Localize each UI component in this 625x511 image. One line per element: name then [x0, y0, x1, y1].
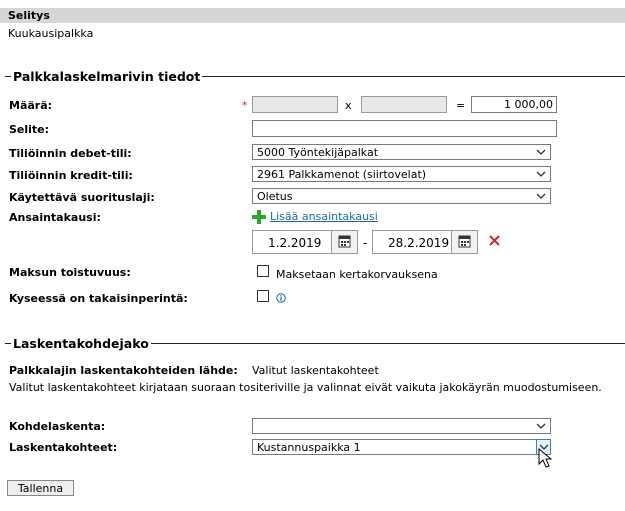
suorituslaji-label: Käytettävä suorituslaji: — [9, 191, 155, 204]
equals-symbol: = — [456, 99, 466, 112]
suorituslaji-select-value: Oletus — [257, 190, 293, 203]
add-ansaintakausi-link[interactable]: Lisää ansaintakausi — [270, 210, 378, 223]
delete-icon[interactable] — [489, 235, 500, 246]
start-date-input[interactable]: 1.2.2019 — [252, 230, 358, 254]
kohdelaskenta-label: Kohdelaskenta: — [9, 420, 106, 433]
calendar-icon — [458, 235, 471, 248]
chevron-down-icon — [536, 423, 546, 429]
laskentakohteet-select[interactable]: Kustannuspaikka 1 — [252, 439, 551, 455]
kredit-label: Tiliöinnin kredit-tili: — [9, 169, 133, 182]
required-marker: * — [242, 99, 248, 112]
ansaintakausi-label: Ansaintakausi: — [9, 211, 101, 224]
save-button[interactable]: Tallenna — [7, 480, 74, 496]
section-title-palkkalaskelma: Palkkalaskelmarivin tiedot — [11, 69, 203, 84]
lahde-value: Valitut laskentakohteet — [252, 364, 379, 377]
debet-select[interactable]: 5000 Työntekijäpalkat — [252, 144, 551, 160]
kohdelaskenta-select[interactable] — [252, 418, 551, 434]
chevron-down-icon — [536, 171, 546, 177]
mouse-cursor-icon — [538, 448, 553, 468]
takaisinperinta-label: Kyseessä on takaisinperintä: — [9, 292, 188, 305]
laskentakohteet-label: Laskentakohteet: — [9, 441, 118, 454]
maara-field-2[interactable] — [361, 96, 447, 113]
debet-label: Tiliöinnin debet-tili: — [9, 147, 132, 160]
section-divider — [190, 76, 625, 77]
times-symbol: x — [345, 99, 352, 112]
selitys-header: Selitys — [0, 8, 625, 23]
maara-label: Määrä: — [9, 99, 53, 112]
maara-total-field[interactable]: 1 000,00 — [471, 96, 557, 113]
toistuvuus-label: Maksun toistuvuus: — [9, 266, 131, 279]
info-icon[interactable] — [276, 293, 286, 303]
end-date-value: 28.2.2019 — [388, 236, 450, 250]
debet-select-value: 5000 Työntekijäpalkat — [257, 146, 379, 159]
kertakorvaus-checkbox[interactable] — [257, 265, 269, 277]
start-date-calendar-button[interactable] — [331, 231, 357, 253]
end-date-input[interactable]: 28.2.2019 — [372, 230, 478, 254]
chevron-down-icon — [536, 193, 546, 199]
selitys-value: Kuukausipalkka — [8, 27, 94, 40]
start-date-value: 1.2.2019 — [268, 236, 322, 250]
section-title-laskentakohdejako: Laskentakohdejako — [11, 336, 151, 351]
add-icon[interactable] — [252, 210, 266, 224]
laskentakohteet-note: Valitut laskentakohteet kirjataan suoraa… — [9, 381, 602, 394]
date-range-dash: - — [363, 236, 368, 250]
lahde-label: Palkkalajin laskentakohteiden lähde: — [9, 364, 238, 377]
calendar-icon — [338, 235, 351, 248]
end-date-calendar-button[interactable] — [451, 231, 477, 253]
kredit-select[interactable]: 2961 Palkkamenot (siirtovelat) — [252, 166, 551, 182]
maara-field-1[interactable] — [252, 96, 338, 113]
section-divider — [145, 343, 625, 344]
takaisinperinta-checkbox[interactable] — [257, 290, 269, 302]
kredit-select-value: 2961 Palkkamenot (siirtovelat) — [257, 168, 427, 181]
selitys-header-label: Selitys — [8, 9, 50, 22]
selite-label: Selite: — [9, 123, 50, 136]
selite-input[interactable] — [252, 120, 557, 137]
suorituslaji-select[interactable]: Oletus — [252, 188, 551, 204]
chevron-down-icon — [536, 149, 546, 155]
kertakorvaus-label: Maksetaan kertakorvauksena — [276, 268, 438, 281]
laskentakohteet-select-value: Kustannuspaikka 1 — [257, 441, 361, 454]
